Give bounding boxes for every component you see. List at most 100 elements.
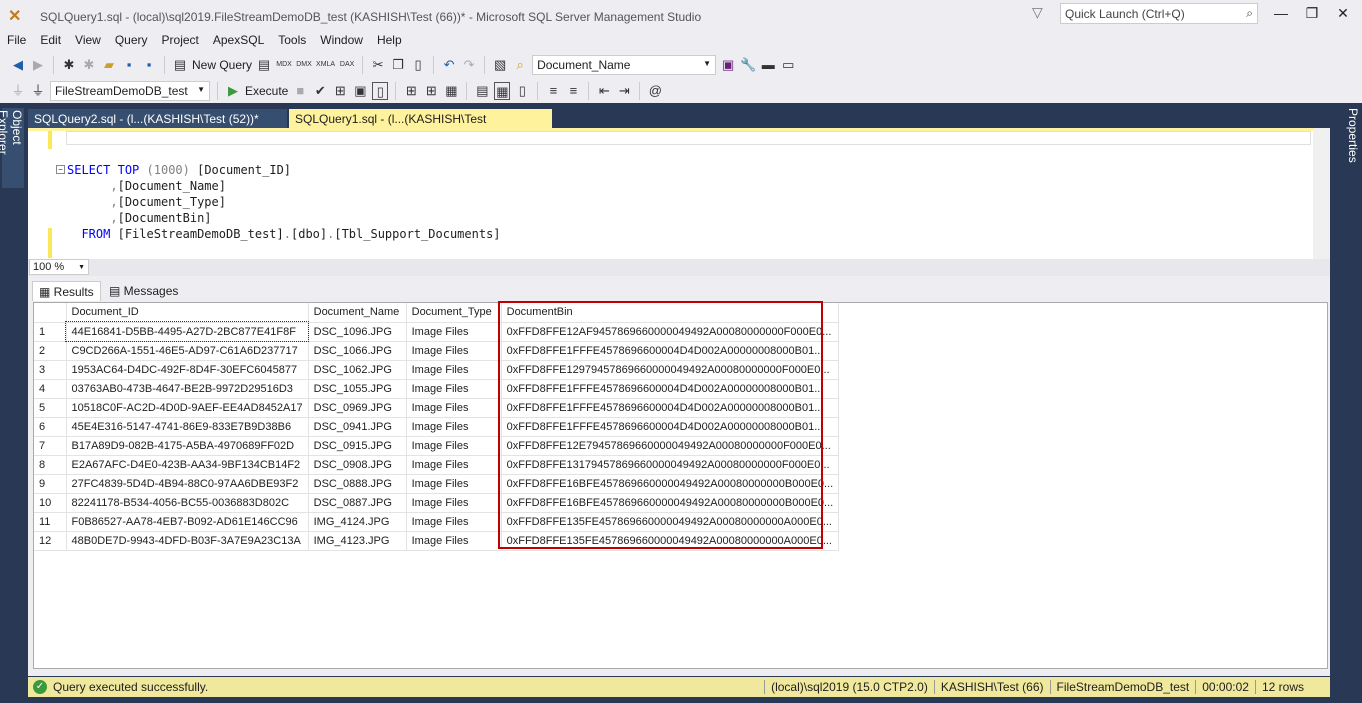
open-file-icon[interactable]: ▰	[101, 56, 117, 74]
menu-window[interactable]: Window	[313, 32, 370, 50]
document-name-cell[interactable]: DSC_0915.JPG	[308, 436, 407, 456]
document-type-cell[interactable]: Image Files	[406, 474, 502, 494]
document-type-cell[interactable]: Image Files	[406, 455, 502, 475]
stop-icon[interactable]: ■	[292, 82, 308, 100]
editor-horizontal-scrollbar[interactable]	[28, 259, 1330, 276]
zoom-select[interactable]: 100 % ▼	[29, 259, 89, 275]
document-type-cell[interactable]: Image Files	[406, 493, 502, 513]
visual-studio-icon[interactable]: ▣	[720, 56, 736, 74]
document-id-cell[interactable]: F0B86527-AA78-4EB7-B092-AD61E146CC96	[66, 512, 309, 532]
client-stats-icon[interactable]: ▦	[443, 82, 459, 100]
find-icon[interactable]: ⌕	[512, 56, 528, 74]
dax-query-icon[interactable]: DAX	[339, 56, 355, 74]
document-type-cell[interactable]: Image Files	[406, 379, 502, 399]
document-name-cell[interactable]: DSC_1066.JPG	[308, 341, 407, 361]
menu-view[interactable]: View	[68, 32, 108, 50]
document-type-cell[interactable]: Image Files	[406, 360, 502, 380]
document-name-cell[interactable]: DSC_0887.JPG	[308, 493, 407, 513]
close-button[interactable]: ✕	[1328, 5, 1358, 22]
menu-file[interactable]: File	[0, 32, 33, 50]
properties-tab[interactable]: Properties	[1338, 108, 1360, 168]
forward-icon[interactable]: ▶	[30, 56, 46, 74]
back-icon[interactable]: ◀	[10, 56, 26, 74]
document-id-cell[interactable]: 82241178-B534-4056-BC55-0036883D802C	[66, 493, 309, 513]
decrease-indent-icon[interactable]: ⇤	[596, 82, 612, 100]
intellisense-icon[interactable]: ▯	[372, 81, 389, 100]
execute-button[interactable]: Execute	[245, 84, 288, 98]
column-header-document-id[interactable]: Document_ID	[66, 303, 309, 323]
properties-wrench-icon[interactable]: 🔧	[740, 56, 756, 74]
object-explorer-tab[interactable]: Object Explorer	[0, 108, 24, 188]
document-name-cell[interactable]: IMG_4124.JPG	[308, 512, 407, 532]
save-icon[interactable]: ▪	[121, 56, 137, 74]
document-name-cell[interactable]: DSC_0941.JPG	[308, 417, 407, 437]
document-type-cell[interactable]: Image Files	[406, 322, 502, 342]
results-to-text-icon[interactable]: ▤	[474, 82, 490, 100]
notification-filter-icon[interactable]: ▽	[1032, 4, 1043, 21]
document-id-cell[interactable]: 03763AB0-473B-4647-BE2B-9972D29516D3	[66, 379, 309, 399]
document-id-cell[interactable]: E2A67AFC-D4E0-423B-AA34-9BF134CB14F2	[66, 455, 309, 475]
increase-indent-icon[interactable]: ⇥	[616, 82, 632, 100]
tab-results[interactable]: ▦ Results	[32, 281, 101, 301]
document-name-cell[interactable]: DSC_1055.JPG	[308, 379, 407, 399]
cut-icon[interactable]: ✂	[370, 56, 386, 74]
save-all-icon[interactable]: ▪	[141, 56, 157, 74]
connect-icon[interactable]: ⏚	[10, 82, 26, 100]
mdx-query-icon[interactable]: MDX	[276, 56, 292, 74]
uncomment-icon[interactable]: ≡	[565, 82, 581, 100]
document-type-cell[interactable]: Image Files	[406, 398, 502, 418]
collapse-icon[interactable]: −	[56, 165, 65, 174]
display-plan-icon[interactable]: ⊞	[332, 82, 348, 100]
copy-icon[interactable]: ❐	[390, 56, 406, 74]
document-type-cell[interactable]: Image Files	[406, 341, 502, 361]
tab-sqlquery1[interactable]: SQLQuery1.sql - (l...(KASHISH\Test (66))…	[289, 109, 552, 140]
new-query-button[interactable]: New Query	[192, 58, 252, 72]
menu-project[interactable]: Project	[155, 32, 206, 50]
results-to-grid-icon[interactable]: ▦	[494, 81, 511, 100]
change-connection-icon[interactable]: ⏚	[30, 82, 46, 100]
tab-sqlquery2[interactable]: SQLQuery2.sql - (l...(KASHISH\Test (52))…	[28, 109, 287, 128]
menu-tools[interactable]: Tools	[271, 32, 313, 50]
document-name-cell[interactable]: DSC_0908.JPG	[308, 455, 407, 475]
xmla-query-icon[interactable]: XMLA	[316, 56, 335, 74]
document-type-cell[interactable]: Image Files	[406, 436, 502, 456]
column-header-document-type[interactable]: Document_Type	[406, 303, 502, 323]
quick-launch-input[interactable]: Quick Launch (Ctrl+Q) ⌕	[1060, 3, 1258, 24]
document-type-cell[interactable]: Image Files	[406, 417, 502, 437]
document-id-cell[interactable]: 44E16841-D5BB-4495-A27D-2BC877E41F8F	[64, 321, 310, 342]
activity-monitor-icon[interactable]: ▧	[492, 56, 508, 74]
minimize-button[interactable]: —	[1266, 5, 1296, 21]
document-id-cell[interactable]: 1953AC64-D4DC-492F-8D4F-30EFC6045877	[66, 360, 309, 380]
include-plan-icon[interactable]: ⊞	[403, 82, 419, 100]
find-combo[interactable]: Document_Name ▼	[532, 54, 717, 75]
live-stats-icon[interactable]: ⊞	[423, 82, 439, 100]
tab-messages[interactable]: ▤ Messages	[103, 281, 184, 301]
document-name-cell[interactable]: IMG_4123.JPG	[308, 531, 407, 551]
add-item-icon[interactable]: ✱	[81, 56, 97, 74]
column-header-document-name[interactable]: Document_Name	[308, 303, 407, 323]
document-type-cell[interactable]: Image Files	[406, 531, 502, 551]
document-name-cell[interactable]: DSC_0969.JPG	[308, 398, 407, 418]
redo-icon[interactable]: ↷	[461, 56, 477, 74]
specify-values-icon[interactable]: @	[647, 82, 663, 100]
database-combo[interactable]: FileStreamDemoDB_test ▼	[50, 80, 210, 101]
menu-help[interactable]: Help	[370, 32, 409, 50]
sql-code[interactable]: SELECT TOP (1000) [Document_ID] ,[Docume…	[67, 162, 501, 242]
paste-icon[interactable]: ▯	[410, 56, 426, 74]
parse-icon[interactable]: ✔	[312, 82, 328, 100]
restore-button[interactable]: ❐	[1297, 5, 1327, 22]
document-id-cell[interactable]: 48B0DE7D-9943-4DFD-B03F-3A7E9A23C13A	[66, 531, 309, 551]
dmx-query-icon[interactable]: DMX	[296, 56, 312, 74]
document-id-cell[interactable]: 10518C0F-AC2D-4D0D-9AEF-EE4AD8452A17	[66, 398, 309, 418]
command-window-icon[interactable]: ▭	[780, 56, 796, 74]
comment-icon[interactable]: ≡	[545, 82, 561, 100]
document-id-cell[interactable]: 45E4E316-5147-4741-86E9-833E7B9D38B6	[66, 417, 309, 437]
results-to-file-icon[interactable]: ▯	[514, 82, 530, 100]
document-type-cell[interactable]: Image Files	[406, 512, 502, 532]
editor-vertical-scrollbar[interactable]	[1313, 128, 1330, 259]
menu-apexsql[interactable]: ApexSQL	[206, 32, 271, 50]
document-name-cell[interactable]: DSC_0888.JPG	[308, 474, 407, 494]
document-id-cell[interactable]: B17A89D9-082B-4175-A5BA-4970689FF02D	[66, 436, 309, 456]
database-engine-query-icon[interactable]: ▤	[256, 56, 272, 74]
undo-icon[interactable]: ↶	[441, 56, 457, 74]
